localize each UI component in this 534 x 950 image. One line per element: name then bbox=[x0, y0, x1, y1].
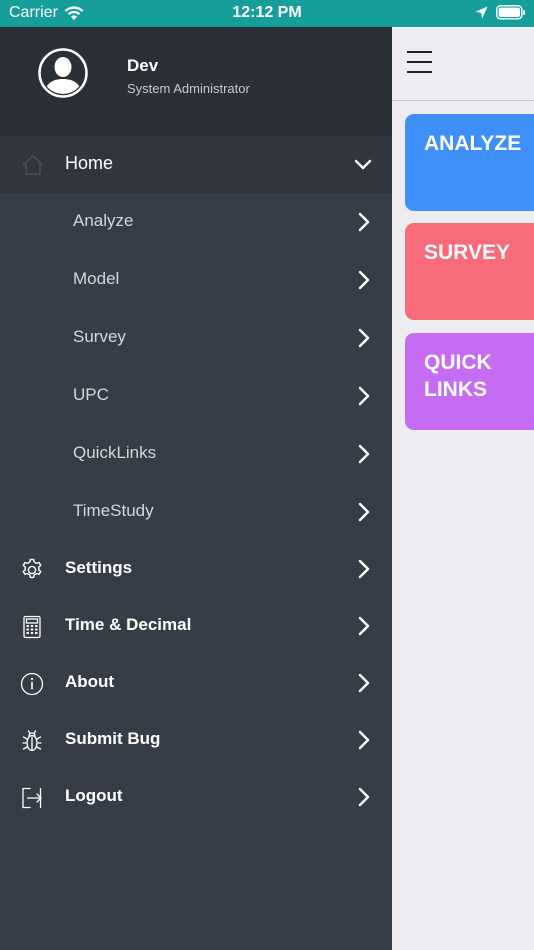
drawer-item-label: Time & Decimal bbox=[65, 615, 192, 634]
submenu-item-label: Analyze bbox=[73, 211, 134, 230]
calculator-icon bbox=[23, 615, 41, 639]
main-content: ANALYZE SURVEY QUICK LINKS bbox=[392, 27, 534, 950]
drawer-item-submit-bug[interactable]: Submit Bug bbox=[0, 712, 392, 769]
home-icon bbox=[22, 155, 44, 175]
submenu-item-model[interactable]: Model bbox=[0, 251, 392, 309]
submenu-item-label: TimeStudy bbox=[73, 501, 154, 520]
bug-icon bbox=[22, 730, 42, 752]
hamburger-menu-icon[interactable] bbox=[407, 51, 433, 75]
drawer-item-time-decimal[interactable]: Time & Decimal bbox=[0, 598, 392, 655]
drawer-item-label: Logout bbox=[65, 786, 123, 805]
submenu-item-analyze[interactable]: Analyze bbox=[0, 193, 392, 251]
submenu-item-upc[interactable]: UPC bbox=[0, 367, 392, 425]
chevron-right-icon bbox=[358, 559, 370, 579]
logout-icon bbox=[22, 787, 42, 809]
tile-label: SURVEY bbox=[424, 241, 510, 264]
submenu-item-survey[interactable]: Survey bbox=[0, 309, 392, 367]
tile-analyze[interactable]: ANALYZE bbox=[405, 114, 534, 211]
location-arrow-icon bbox=[475, 6, 488, 19]
top-nav-bar bbox=[392, 27, 534, 101]
chevron-down-icon bbox=[354, 159, 372, 170]
drawer-item-about[interactable]: About bbox=[0, 655, 392, 712]
user-role: System Administrator bbox=[127, 81, 250, 96]
battery-icon bbox=[496, 5, 525, 20]
submenu-item-timestudy[interactable]: TimeStudy bbox=[0, 483, 392, 541]
drawer-item-label: Home bbox=[65, 153, 114, 173]
submenu-item-quicklinks[interactable]: QuickLinks bbox=[0, 425, 392, 483]
avatar-icon bbox=[38, 48, 88, 98]
chevron-right-icon bbox=[358, 502, 370, 522]
tile-quick-links[interactable]: QUICK LINKS bbox=[405, 333, 534, 430]
gear-icon bbox=[22, 558, 42, 579]
drawer-item-settings[interactable]: Settings bbox=[0, 541, 392, 598]
chevron-right-icon bbox=[358, 212, 370, 232]
submenu-item-label: Model bbox=[73, 269, 120, 288]
info-icon bbox=[20, 672, 44, 696]
drawer-item-logout[interactable]: Logout bbox=[0, 769, 392, 826]
drawer-item-label: Settings bbox=[65, 558, 133, 577]
submenu-item-label: UPC bbox=[73, 385, 109, 404]
tile-label: ANALYZE bbox=[424, 132, 522, 155]
chevron-right-icon bbox=[358, 616, 370, 636]
user-name: Dev bbox=[127, 56, 159, 75]
submenu-item-label: Survey bbox=[73, 327, 126, 346]
status-time: 12:12 PM bbox=[232, 4, 302, 21]
navigation-drawer: Dev System Administrator Home Analyze Mo… bbox=[0, 27, 392, 950]
chevron-right-icon bbox=[358, 444, 370, 464]
profile-header: Dev System Administrator bbox=[0, 27, 392, 136]
chevron-right-icon bbox=[358, 787, 370, 807]
chevron-right-icon bbox=[358, 730, 370, 750]
tile-label: QUICK LINKS bbox=[424, 351, 492, 401]
chevron-right-icon bbox=[358, 328, 370, 348]
submenu-item-label: QuickLinks bbox=[73, 443, 157, 462]
tile-survey[interactable]: SURVEY bbox=[405, 223, 534, 320]
drawer-item-label: About bbox=[65, 672, 115, 691]
drawer-item-home[interactable]: Home bbox=[0, 136, 392, 193]
chevron-right-icon bbox=[358, 270, 370, 290]
drawer-item-label: Submit Bug bbox=[65, 729, 161, 748]
chevron-right-icon bbox=[358, 673, 370, 693]
chevron-right-icon bbox=[358, 386, 370, 406]
status-bar: Carrier 12:12 PM bbox=[0, 0, 534, 27]
